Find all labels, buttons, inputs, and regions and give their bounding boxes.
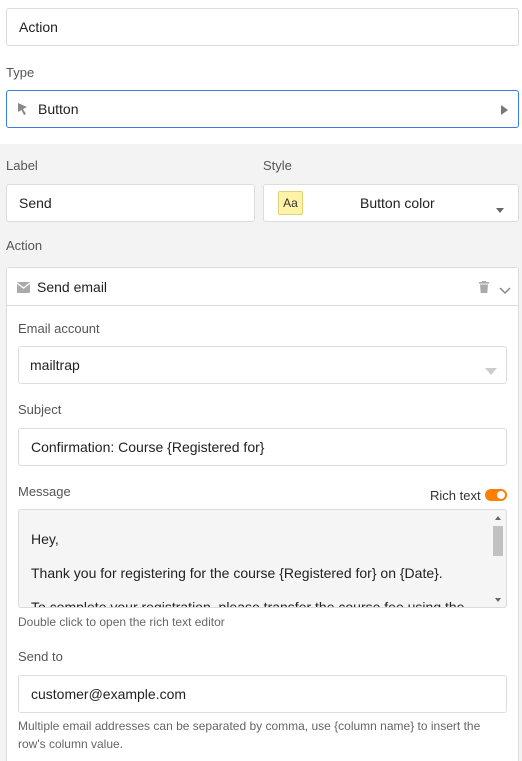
chevron-down-icon xyxy=(485,362,497,378)
label-field-label: Label xyxy=(6,158,38,173)
type-select[interactable]: Button xyxy=(6,90,519,128)
style-select[interactable]: Aa Button color xyxy=(263,184,519,222)
send-to-help-text: Multiple email addresses can be separate… xyxy=(18,719,481,733)
action-name-input[interactable]: Action xyxy=(6,8,519,46)
chevron-down-icon xyxy=(495,201,505,217)
style-value: Button color xyxy=(360,195,435,211)
email-account-value: mailtrap xyxy=(30,357,80,373)
trash-icon[interactable] xyxy=(479,280,489,296)
subject-input[interactable]: Confirmation: Course {Registered for} xyxy=(18,428,507,466)
label-input[interactable]: Send xyxy=(6,184,255,222)
email-account-label: Email account xyxy=(18,321,100,336)
message-editor[interactable]: Hey, Thank you for registering for the c… xyxy=(18,509,507,608)
message-scrollbar[interactable] xyxy=(492,512,504,605)
send-to-label: Send to xyxy=(18,649,63,664)
subject-value: Confirmation: Course {Registered for} xyxy=(31,439,265,455)
message-line: To complete your registration, please tr… xyxy=(31,599,465,608)
send-to-input[interactable]: customer@example.com xyxy=(18,675,507,713)
message-label: Message xyxy=(18,484,71,499)
subject-label: Subject xyxy=(18,402,62,417)
send-to-help-text: row's column value. xyxy=(18,737,123,751)
email-account-select[interactable]: mailtrap xyxy=(18,346,507,384)
collapse-chevron-icon[interactable] xyxy=(499,282,511,298)
rich-text-toggle[interactable] xyxy=(485,489,507,501)
action-section-label: Action xyxy=(6,238,43,253)
mail-icon xyxy=(16,280,31,296)
action-name-value: Action xyxy=(19,19,58,35)
message-line: Hey, xyxy=(31,531,59,547)
message-help-text: Double click to open the rich text edito… xyxy=(18,615,225,629)
type-value: Button xyxy=(38,101,79,117)
rich-text-label: Rich text xyxy=(430,488,481,503)
caret-right-icon xyxy=(500,103,509,119)
cursor-icon xyxy=(17,102,29,116)
label-input-value: Send xyxy=(19,195,52,211)
action-card-title: Send email xyxy=(37,279,108,295)
message-line: Thank you for registering for the course… xyxy=(31,565,443,581)
action-card-header[interactable]: Send email xyxy=(7,268,518,306)
style-field-label: Style xyxy=(263,158,292,173)
type-label: Type xyxy=(6,65,35,80)
send-to-value: customer@example.com xyxy=(31,686,187,702)
color-swatch: Aa xyxy=(278,191,303,215)
